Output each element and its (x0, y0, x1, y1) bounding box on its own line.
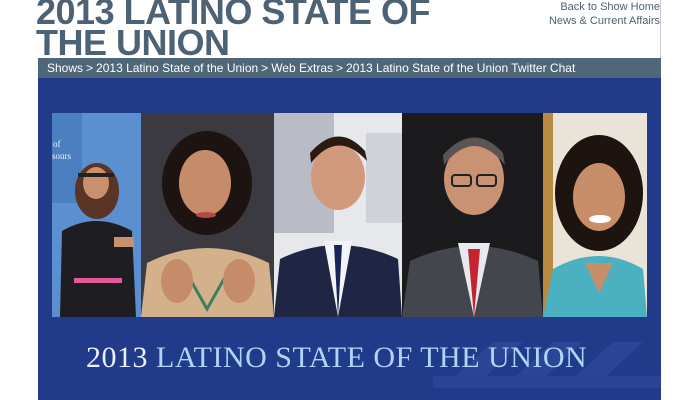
person-photo-3 (274, 113, 402, 317)
breadcrumb-separator: > (336, 61, 344, 75)
breadcrumb-shows[interactable]: Shows (47, 61, 83, 75)
back-to-show-home-link[interactable]: Back to Show Home (549, 0, 660, 14)
person-photo-5 (543, 113, 647, 317)
panelist-photo-4[interactable] (402, 113, 543, 317)
breadcrumb: Shows >2013 Latino State of the Union > Web… (38, 58, 661, 78)
person-photo-1: of sours (52, 113, 141, 317)
person-photo-2 (141, 113, 274, 317)
panelist-photo-1[interactable]: of sours (52, 113, 141, 317)
person-photo-4 (402, 113, 543, 317)
news-current-affairs-link[interactable]: News & Current Affairs (549, 14, 660, 28)
panelist-photo-5[interactable] (543, 113, 647, 317)
breadcrumb-current: 2013 Latino State of the Union Twitter C… (346, 61, 576, 75)
breadcrumb-latino-state[interactable]: 2013 Latino State of the Union (96, 61, 258, 75)
header-divider (660, 0, 661, 58)
svg-text:sours: sours (52, 151, 71, 161)
top-links: Back to Show Home News & Current Affairs (549, 0, 660, 28)
breadcrumb-separator: > (261, 61, 269, 75)
breadcrumb-web-extras[interactable]: Web Extras (271, 61, 333, 75)
svg-text:of: of (53, 139, 61, 149)
panelist-photo-3[interactable] (274, 113, 402, 317)
panelist-photos: of sours (52, 113, 647, 317)
page-title: 2013 LATINO STATE OF THE UNION (36, 0, 506, 61)
breadcrumb-separator: > (86, 61, 94, 75)
banner-caption-year: 2013 (86, 341, 148, 374)
banner-caption-title: LATINO STATE OF THE UNION (156, 341, 588, 374)
banner-caption: 2013 LATINO STATE OF THE UNION (86, 341, 626, 375)
hero-banner: of sours 2013 LATINO STATE OF THE UNION (38, 78, 661, 400)
panelist-photo-2[interactable] (141, 113, 274, 317)
